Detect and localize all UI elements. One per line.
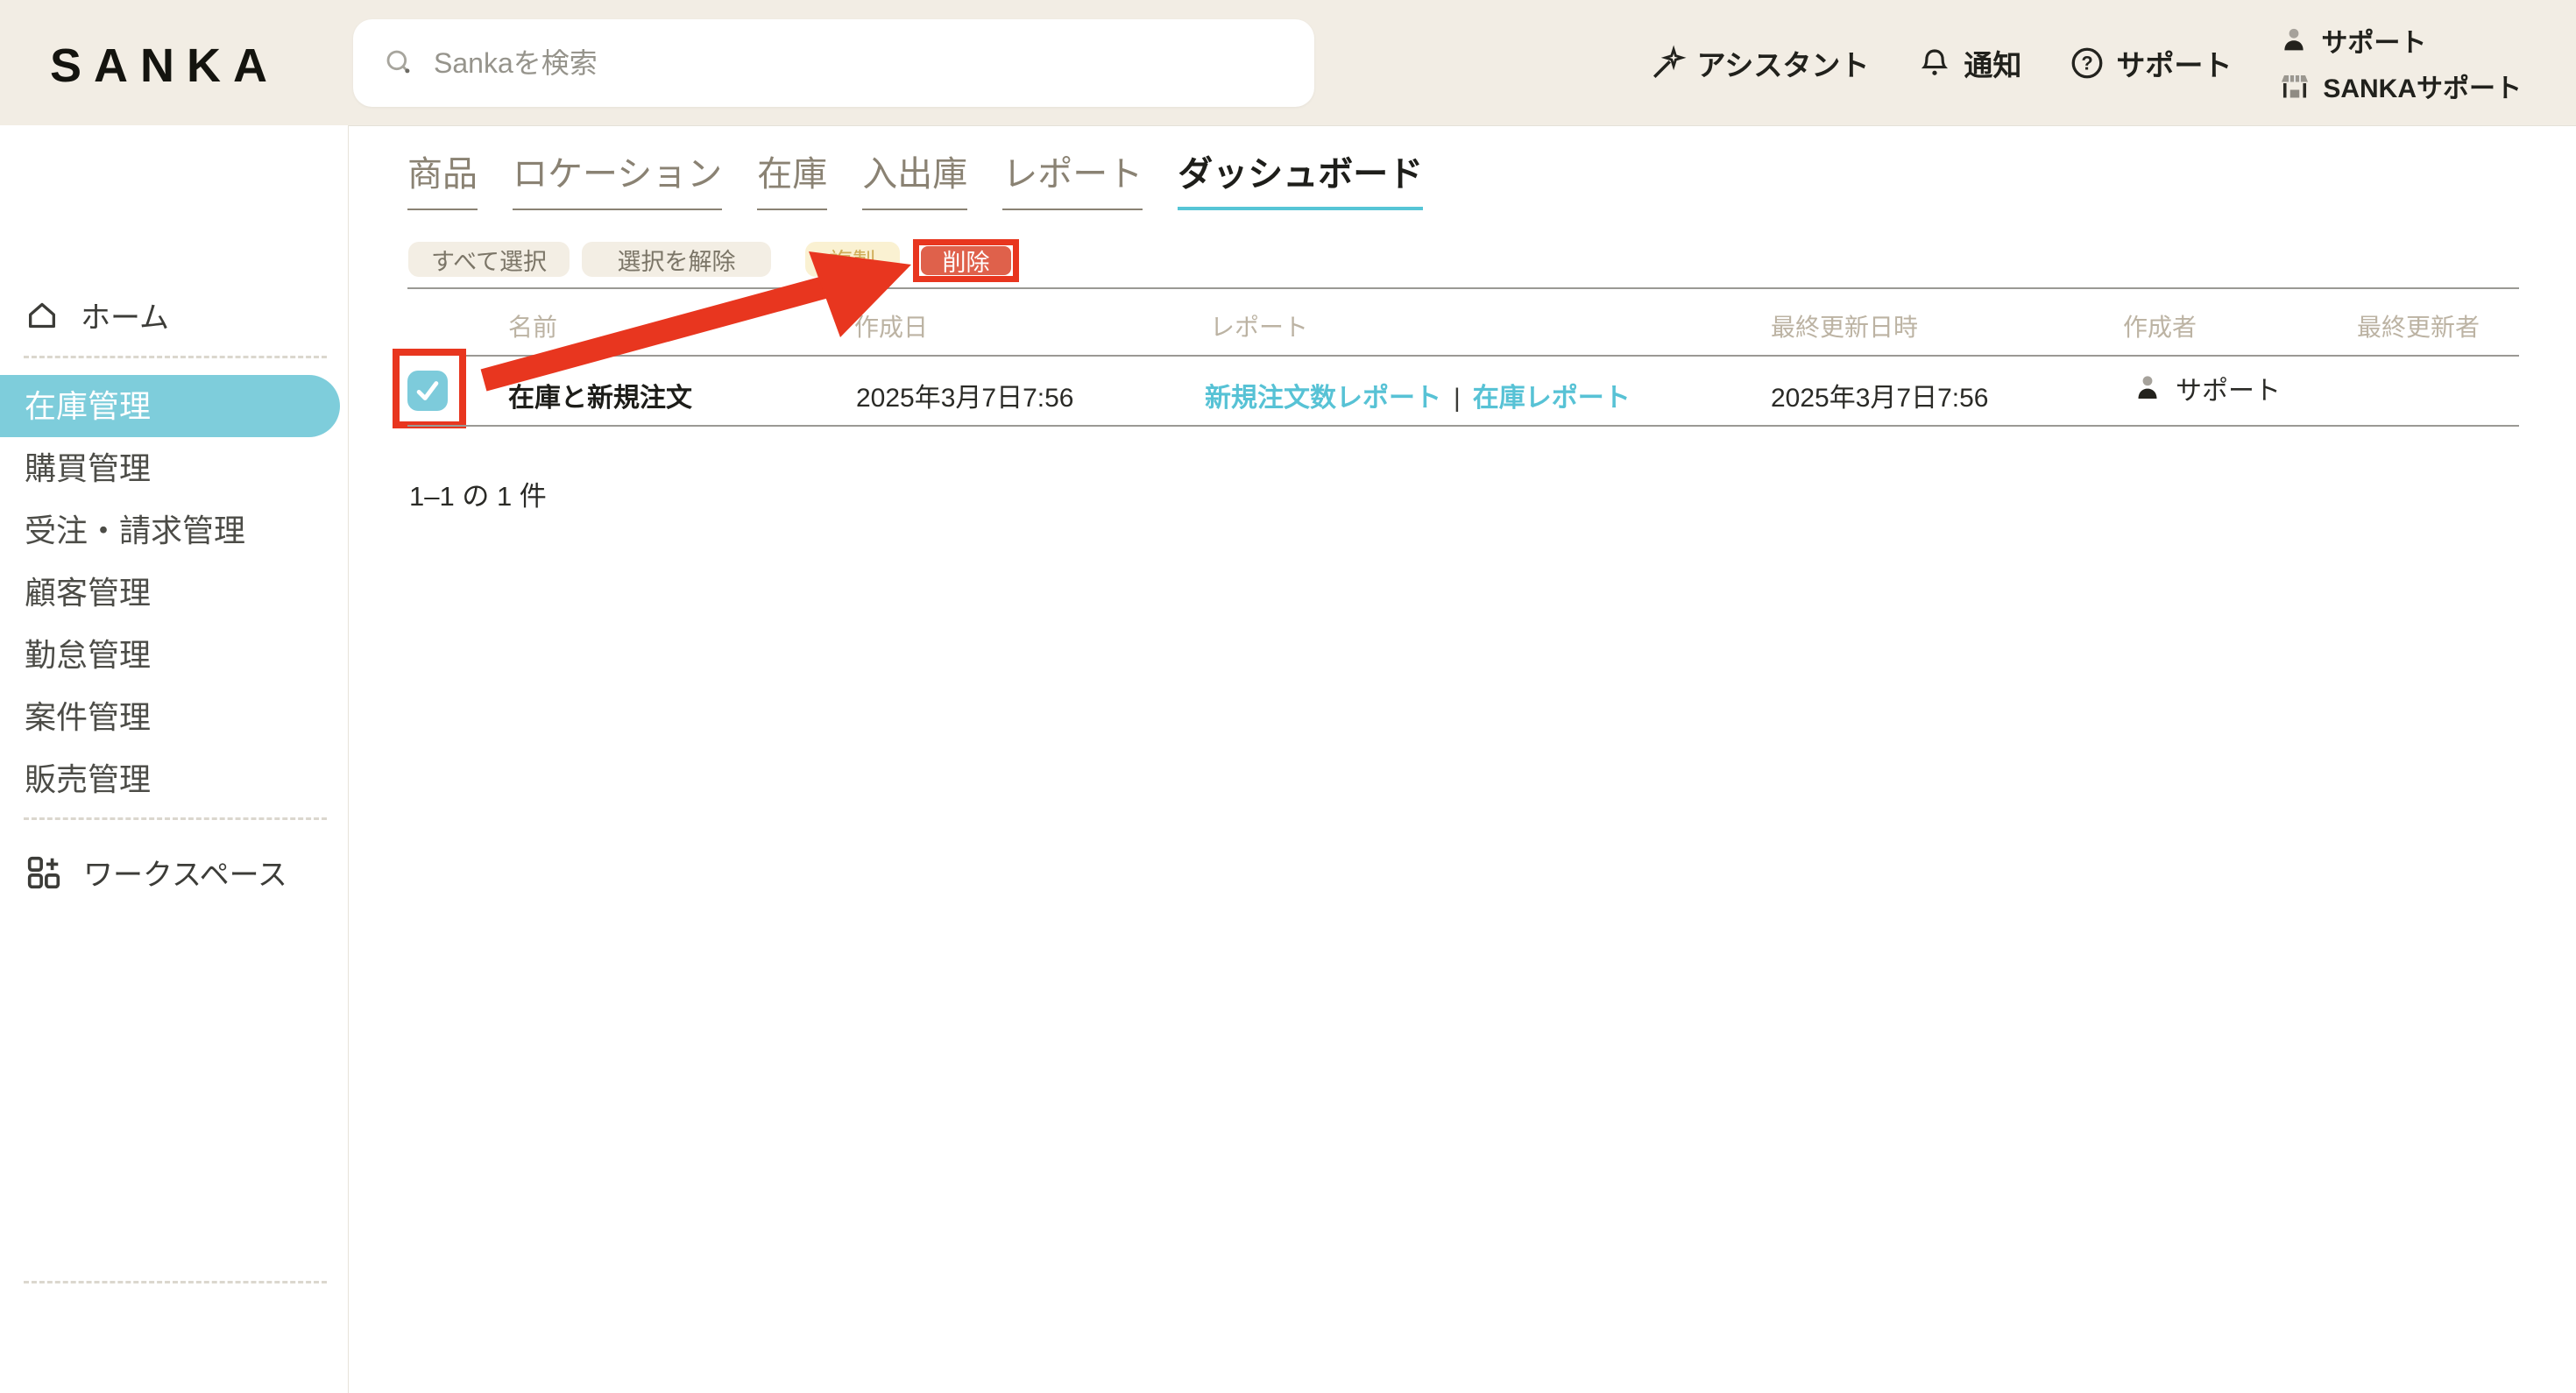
sanka-logo: SANKA <box>50 39 280 93</box>
creator-name: サポート <box>2176 369 2281 407</box>
sidebar-item-sales[interactable]: 販売管理 <box>0 748 348 810</box>
home-icon <box>25 298 60 333</box>
notifications-button[interactable]: 通知 <box>1916 42 2021 84</box>
topbar: SANKA アシスタント 通知 <box>0 0 2576 126</box>
row-creator: サポート <box>2132 369 2281 407</box>
creator-avatar-icon <box>2132 372 2163 404</box>
delete-button-highlight-box: 削除 <box>913 239 1019 282</box>
user-org-row: SANKAサポート <box>2279 67 2522 105</box>
tab-locations[interactable]: ロケーション <box>513 145 722 210</box>
search-input[interactable] <box>432 46 1224 81</box>
home-label: ホーム <box>81 293 169 336</box>
row-checkbox[interactable] <box>407 371 448 411</box>
row-created-date: 2025年3月7日7:56 <box>856 376 1074 414</box>
sidebar: ホーム 在庫管理 購買管理 受注・請求管理 顧客管理 勤怠管理 案件管理 販売管… <box>0 125 349 1393</box>
report-link-separator: | <box>1441 384 1473 413</box>
checkbox-highlight-box <box>393 349 466 428</box>
magic-wand-icon <box>1650 45 1687 81</box>
user-org: SANKAサポート <box>2323 67 2522 105</box>
global-search[interactable] <box>353 19 1314 107</box>
row-report-links: 新規注文数レポート|在庫レポート <box>1205 376 1631 414</box>
user-avatar-icon <box>2279 25 2309 55</box>
tab-stock[interactable]: 在庫 <box>757 145 827 210</box>
table-bottom-rule <box>407 425 2519 427</box>
tab-reports[interactable]: レポート <box>1002 145 1143 210</box>
topbar-nav: アシスタント 通知 ? サポート <box>1650 0 2522 125</box>
user-menu[interactable]: サポート SANKAサポート <box>2279 21 2522 105</box>
search-icon <box>383 46 416 80</box>
bell-icon <box>1916 45 1953 81</box>
user-name: サポート <box>2321 21 2426 60</box>
tab-products[interactable]: 商品 <box>407 145 478 210</box>
column-header-last-updated: 最終更新日時 <box>1771 308 1918 343</box>
duplicate-button[interactable]: 複製 <box>805 242 900 277</box>
sidebar-divider <box>24 356 327 358</box>
help-label: サポート <box>2116 42 2232 84</box>
workspace-icon <box>24 852 64 893</box>
column-header-created: 作成日 <box>854 308 928 343</box>
table-top-rule <box>407 287 2519 289</box>
question-circle-icon: ? <box>2069 45 2105 81</box>
delete-button[interactable]: 削除 <box>921 246 1011 275</box>
svg-text:?: ? <box>2082 52 2093 74</box>
sidebar-item-customers[interactable]: 顧客管理 <box>0 562 348 624</box>
workspace-label: ワークスペース <box>83 851 287 894</box>
assistant-label: アシスタント <box>1697 42 1870 84</box>
checkmark-icon <box>413 376 442 406</box>
sidebar-item-attendance[interactable]: 勤怠管理 <box>0 624 348 686</box>
help-button[interactable]: ? サポート <box>2069 42 2232 84</box>
sidebar-menu: 在庫管理 購買管理 受注・請求管理 顧客管理 勤怠管理 案件管理 販売管理 <box>0 375 348 810</box>
column-header-creator: 作成者 <box>2123 308 2197 343</box>
report-link-new-orders[interactable]: 新規注文数レポート <box>1205 384 1441 413</box>
sidebar-item-workspace[interactable]: ワークスペース <box>24 851 287 894</box>
tab-dashboard[interactable]: ダッシュボード <box>1178 145 1423 210</box>
report-link-inventory[interactable]: 在庫レポート <box>1473 384 1631 413</box>
module-tabs: 商品 ロケーション 在庫 入出庫 レポート ダッシュボード <box>407 145 1423 210</box>
user-name-row: サポート <box>2279 21 2522 60</box>
sidebar-item-home[interactable]: ホーム <box>25 293 169 336</box>
sidebar-item-inventory[interactable]: 在庫管理 <box>0 375 340 437</box>
deselect-button[interactable]: 選択を解除 <box>582 242 771 277</box>
sidebar-item-purchasing[interactable]: 購買管理 <box>0 437 348 499</box>
column-header-report: レポート <box>1210 308 1308 343</box>
assistant-button[interactable]: アシスタント <box>1650 42 1870 84</box>
sidebar-item-projects[interactable]: 案件管理 <box>0 686 348 748</box>
table-header-rule <box>407 355 2519 357</box>
sidebar-divider <box>24 817 327 820</box>
tab-inout[interactable]: 入出庫 <box>862 145 967 210</box>
select-all-button[interactable]: すべて選択 <box>408 242 570 277</box>
row-name[interactable]: 在庫と新規注文 <box>508 376 692 414</box>
row-last-updated: 2025年3月7日7:56 <box>1771 376 1989 414</box>
sidebar-item-orders-billing[interactable]: 受注・請求管理 <box>0 499 348 562</box>
notifications-label: 通知 <box>1964 42 2021 84</box>
sanka-app: SANKA アシスタント 通知 <box>0 0 2576 1393</box>
sidebar-divider <box>24 1281 327 1283</box>
column-header-last-updater: 最終更新者 <box>2357 308 2480 343</box>
storefront-icon <box>2279 70 2311 102</box>
pagination-summary: 1–1 の 1 件 <box>409 474 547 513</box>
column-header-name: 名前 <box>508 308 557 343</box>
